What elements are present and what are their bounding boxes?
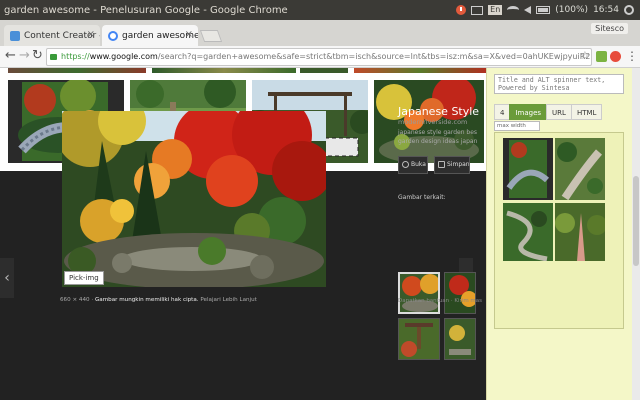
system-tray: En (100%) 16:54 — [456, 0, 634, 20]
image-dimensions: 660 × 440 — [60, 297, 90, 303]
related-image-thumbnail[interactable] — [398, 318, 440, 360]
wifi-icon[interactable] — [507, 6, 520, 14]
volume-icon[interactable] — [524, 6, 532, 14]
image-caption: 660 × 440 · Gambar mungkin memiliki hak … — [60, 297, 257, 303]
scrollbar-thumb[interactable] — [633, 176, 639, 266]
tab-count[interactable]: 4 — [494, 104, 511, 120]
visit-button[interactable]: Buka — [398, 156, 428, 174]
back-button[interactable]: ← — [5, 49, 16, 63]
previous-row-images — [0, 68, 486, 74]
preview-source[interactable]: modernriverside.com — [398, 118, 467, 126]
title-alt-spinner-textarea[interactable]: Title and ALT spinner text, Powered by S… — [494, 74, 624, 94]
google-favicon-icon — [108, 30, 118, 41]
collected-image[interactable] — [555, 138, 605, 200]
related-image-thumbnail[interactable] — [444, 272, 476, 314]
bookmark-star-icon[interactable]: ☆ — [580, 49, 590, 62]
address-bar[interactable]: https://www.google.com/search?q=garden+a… — [46, 48, 592, 66]
browser-toolbar: ← → ↻ https://www.google.com/search?q=ga… — [0, 46, 640, 68]
tab-content-creator[interactable]: Content Creator - E × — [4, 25, 100, 46]
collected-image[interactable] — [503, 203, 553, 261]
keyboard-layout-indicator[interactable]: En — [488, 5, 503, 15]
save-label: Simpan — [447, 161, 470, 168]
reload-button[interactable]: ↻ — [32, 49, 43, 63]
max-width-input[interactable]: max width — [494, 121, 540, 131]
tab-google-search[interactable]: garden awesome × — [102, 25, 198, 46]
new-tab-button[interactable] — [199, 30, 223, 42]
previous-image-button[interactable]: ‹ — [0, 258, 14, 298]
close-tab-icon[interactable]: × — [185, 29, 193, 40]
tab-images[interactable]: Images — [509, 104, 548, 120]
save-button[interactable]: Simpan — [434, 156, 470, 174]
dropbox-icon[interactable] — [471, 5, 484, 15]
learn-more-link[interactable]: Pelajari Lebih Lanjut — [200, 297, 256, 303]
preview-title[interactable]: Japanese Style — [398, 105, 479, 118]
pick-image-button[interactable]: Pick-img — [64, 271, 104, 285]
copyright-notice: Gambar mungkin memiliki hak cipta. — [94, 297, 199, 303]
profile-button[interactable]: Sitesco — [591, 23, 628, 34]
related-image-thumbnail[interactable] — [444, 318, 476, 360]
preview-main-image[interactable] — [62, 111, 326, 287]
side-panel-tabs: 4 Images URL HTML — [494, 104, 603, 120]
url-path: /search?q=garden+awesome&safe=strict&tbm… — [157, 52, 591, 61]
secure-lock-icon — [50, 54, 57, 60]
tab-strip: Content Creator - E × garden awesome × S… — [0, 20, 640, 46]
extension-icon[interactable] — [596, 51, 607, 62]
related-image-thumbnail[interactable] — [398, 272, 440, 314]
window-title: garden awesome - Penelusuran Google - Go… — [4, 4, 288, 16]
screen: { "os": { "window_title": "garden awesom… — [0, 0, 640, 400]
chrome-menu-button[interactable]: ⋮ — [626, 50, 638, 62]
globe-icon — [402, 161, 409, 168]
page-scrollbar[interactable] — [632, 68, 640, 400]
tab-url[interactable]: URL — [546, 104, 572, 120]
preview-footer-links[interactable]: Dapatkan bantuan · Kirim mas — [398, 298, 482, 304]
forward-button[interactable]: → — [19, 49, 30, 63]
url-host: www.google.com — [89, 52, 158, 61]
preview-description: japanese style garden bes garden design … — [398, 129, 478, 145]
collected-image[interactable] — [555, 203, 605, 261]
extension-icon[interactable] — [610, 51, 621, 62]
update-icon[interactable] — [456, 5, 467, 15]
settings-gear-icon[interactable] — [624, 5, 634, 15]
clock[interactable]: 16:54 — [593, 5, 619, 15]
battery-icon[interactable] — [536, 6, 551, 14]
tab-html[interactable]: HTML — [570, 104, 603, 120]
favicon-icon — [10, 30, 20, 41]
collected-images-grid — [494, 132, 624, 329]
visit-label: Buka — [411, 161, 426, 168]
os-top-bar: garden awesome - Penelusuran Google - Go… — [0, 0, 640, 20]
url-scheme: https:// — [61, 52, 90, 61]
bookmark-icon — [438, 161, 445, 168]
battery-percentage: (100%) — [555, 5, 589, 15]
close-tab-icon[interactable]: × — [87, 29, 95, 40]
related-images-label: Gambar terkait: — [398, 194, 446, 201]
collected-image[interactable] — [503, 138, 553, 200]
